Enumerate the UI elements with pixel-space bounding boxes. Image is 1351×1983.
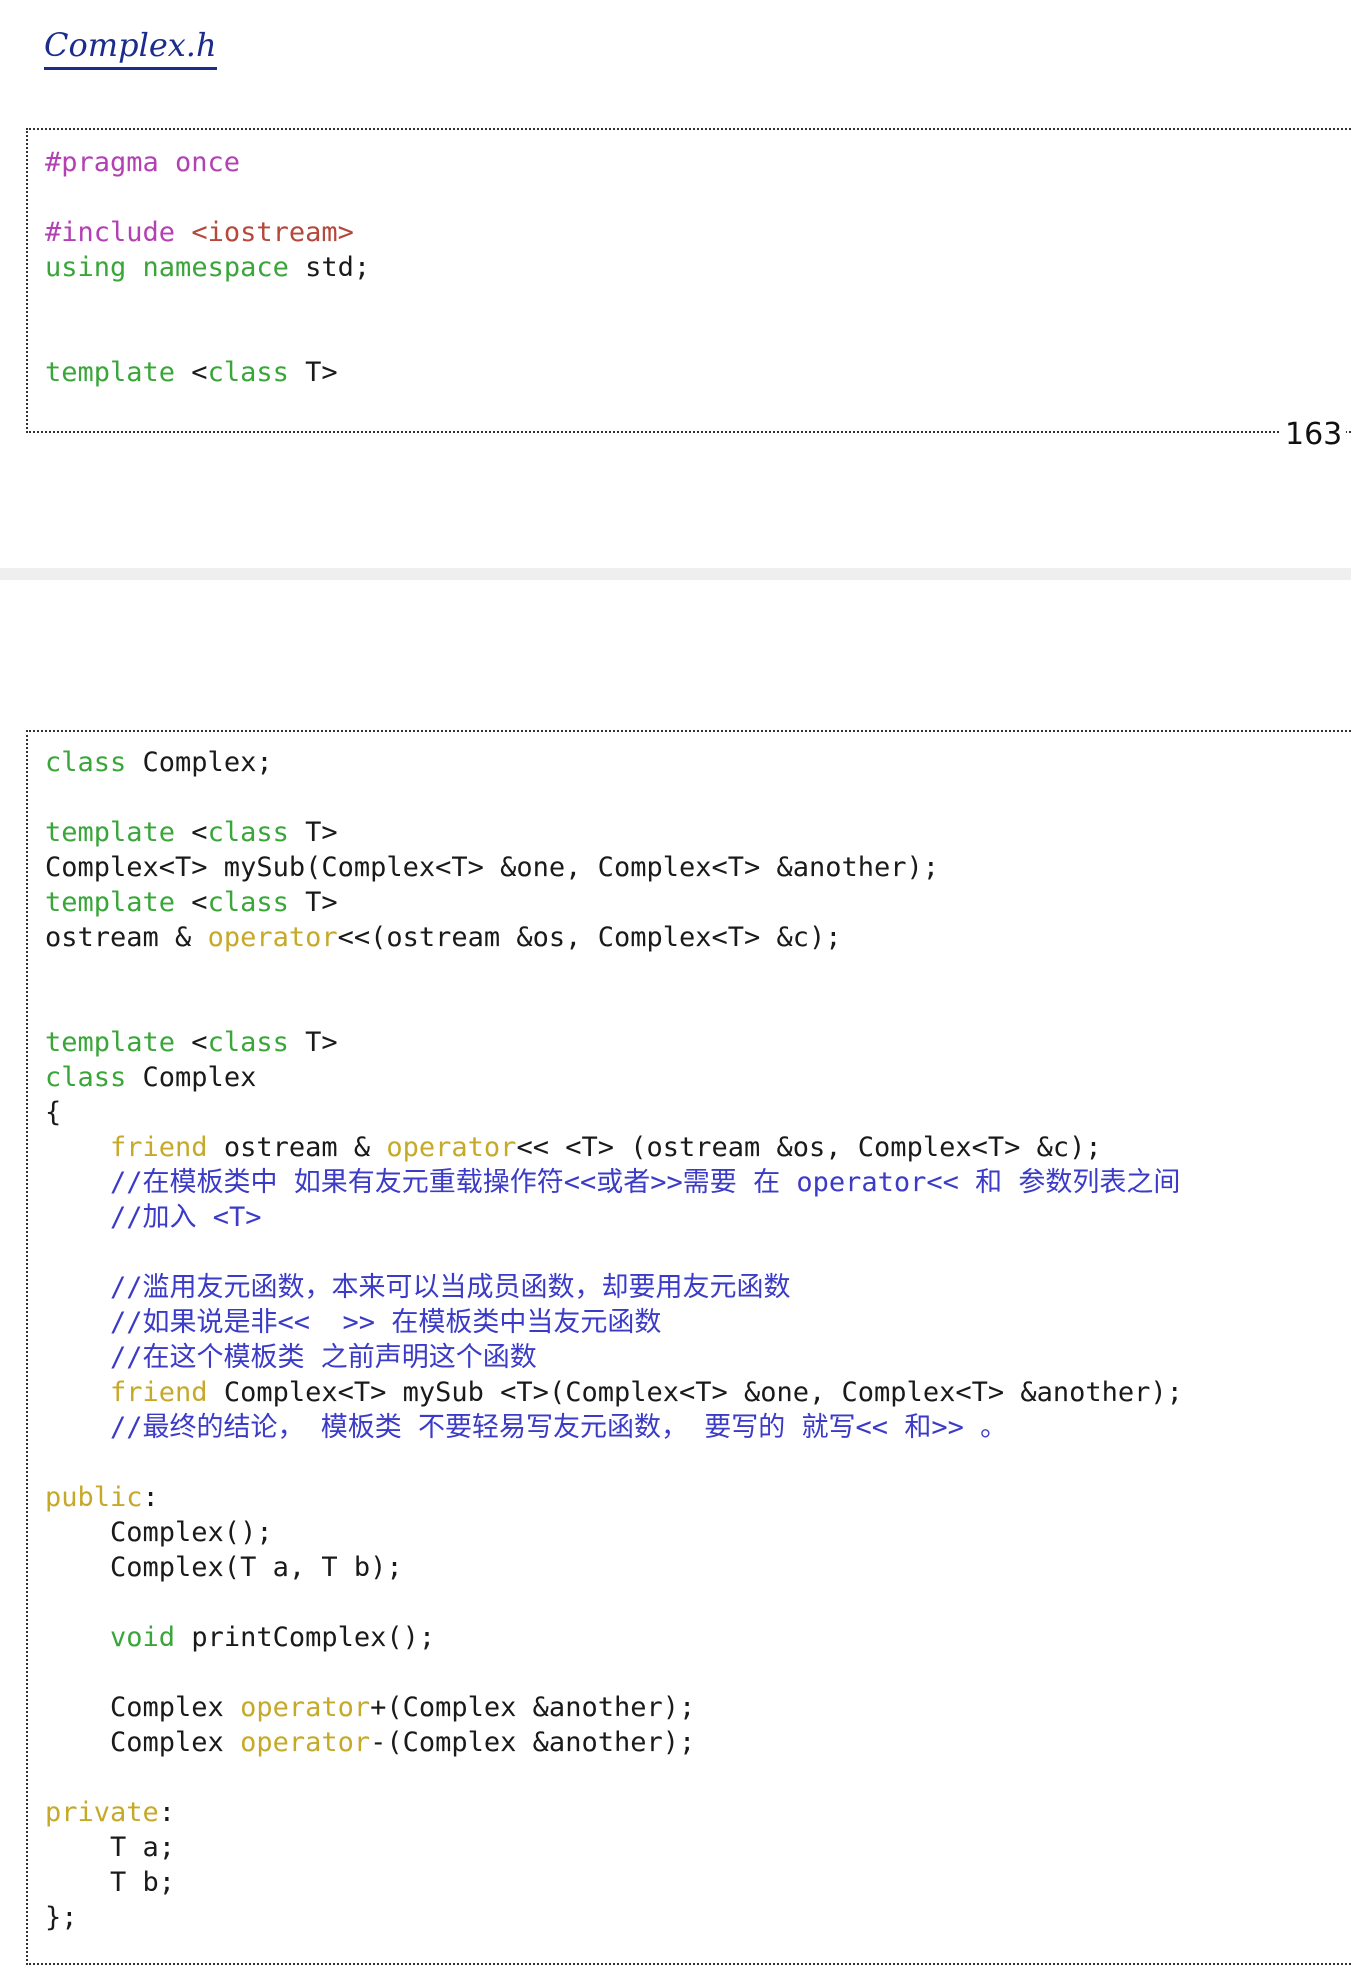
code-token: Complex<T> mySub <T>(Complex<T> &one, Co… <box>207 1377 1183 1408</box>
code-token: : <box>158 1797 176 1828</box>
code-token: : <box>142 1482 159 1513</box>
code-listing-2: class Complex; template <class T> Comple… <box>28 732 1351 1935</box>
code-token: ostream & <box>45 922 208 953</box>
code-token: Complex; <box>126 747 273 778</box>
code-token: operator <box>240 1727 371 1758</box>
code-token: class <box>45 1062 127 1093</box>
code-token: void <box>110 1622 176 1653</box>
code-comment: //加入 <T> <box>45 1202 262 1233</box>
code-token: Complex <box>45 1727 241 1758</box>
code-token: << <T> (ostream &os, Complex<T> &c); <box>516 1132 1102 1163</box>
code-token: friend <box>110 1132 208 1163</box>
code-token: T> <box>288 887 338 918</box>
code-token: printComplex(); <box>175 1622 436 1653</box>
code-listing-1: #pragma once #include <iostream> using n… <box>28 130 1351 390</box>
code-token: class <box>207 817 289 848</box>
code-token: namespace <box>142 252 289 283</box>
code-line: Complex(); <box>45 1517 273 1548</box>
page-separator <box>0 568 1351 580</box>
code-line: }; <box>45 1902 78 1933</box>
code-token: Complex <box>126 1062 257 1093</box>
code-token: friend <box>110 1377 208 1408</box>
page-title: Complex.h <box>44 27 217 71</box>
code-token: operator <box>207 922 338 953</box>
code-token: template <box>45 817 176 848</box>
code-line: T b; <box>45 1867 176 1898</box>
code-token: < <box>175 1027 208 1058</box>
code-comment: //在模板类中 如果有友元重载操作符<<或者>>需要 在 operator<< … <box>45 1167 1181 1198</box>
code-block-1: #pragma once #include <iostream> using n… <box>26 128 1351 433</box>
code-comment: //最终的结论， 模板类 不要轻易写友元函数， 要写的 就写<< 和>> 。 <box>45 1412 1008 1443</box>
code-token: #include <box>45 217 192 248</box>
code-token: T> <box>288 357 338 388</box>
code-line: #pragma once <box>45 147 241 178</box>
code-token: class <box>207 1027 289 1058</box>
code-token: std; <box>288 252 371 283</box>
code-line: Complex<T> mySub(Complex<T> &one, Comple… <box>45 852 940 883</box>
code-token: template <box>45 357 176 388</box>
code-comment: //滥用友元函数，本来可以当成员函数，却要用友元函数 <box>45 1272 791 1303</box>
code-token: +(Complex &another); <box>370 1692 696 1723</box>
code-token: ostream & <box>207 1132 387 1163</box>
code-token: using <box>45 252 127 283</box>
code-token: operator <box>386 1132 517 1163</box>
code-token: private <box>45 1797 159 1828</box>
code-token: class <box>45 747 127 778</box>
code-token: T> <box>288 1027 338 1058</box>
code-token: class <box>207 357 289 388</box>
code-token: <<(ostream &os, Complex<T> &c); <box>337 922 842 953</box>
code-token: T> <box>288 817 338 848</box>
code-block-2: class Complex; template <class T> Comple… <box>26 730 1351 1965</box>
code-token: public <box>45 1482 143 1513</box>
code-token: < <box>175 817 208 848</box>
page-number: 163 <box>1281 418 1347 452</box>
code-token: class <box>207 887 289 918</box>
code-line: { <box>45 1097 62 1128</box>
code-token: Complex <box>45 1692 241 1723</box>
code-line: T a; <box>45 1832 176 1863</box>
code-token: template <box>45 1027 176 1058</box>
code-token: < <box>175 357 208 388</box>
code-token: template <box>45 887 176 918</box>
code-token: operator <box>240 1692 371 1723</box>
code-token: -(Complex &another); <box>370 1727 696 1758</box>
code-comment: //如果说是非<< >> 在模板类中当友元函数 <box>45 1307 662 1338</box>
code-line: Complex(T a, T b); <box>45 1552 403 1583</box>
code-token: <iostream> <box>191 217 354 248</box>
code-comment: //在这个模板类 之前声明这个函数 <box>45 1342 537 1373</box>
code-token: < <box>175 887 208 918</box>
